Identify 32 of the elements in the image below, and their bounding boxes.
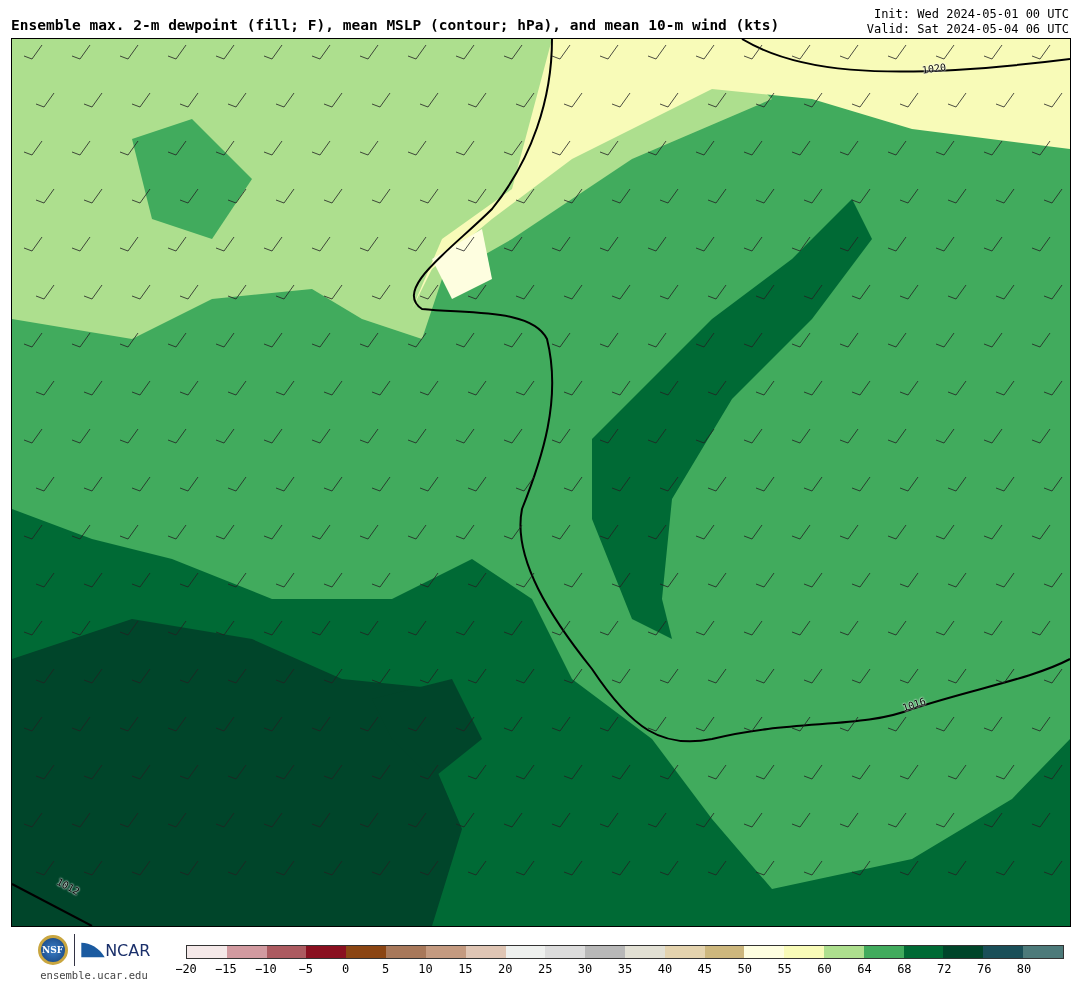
contour-label: 1020 bbox=[921, 61, 947, 76]
colorbar-tick-label: 45 bbox=[697, 962, 713, 976]
init-time: Init: Wed 2024-05-01 00 UTC bbox=[872, 7, 1069, 22]
colorbar-tick-label: 30 bbox=[577, 962, 593, 976]
colorbar-tick-label: 15 bbox=[458, 962, 473, 976]
valid-time: Valid: Sat 2024-05-04 06 UTC bbox=[866, 22, 1069, 37]
colorbar-tick-label: 68 bbox=[897, 962, 912, 976]
colorbar-tick-label: 20 bbox=[498, 962, 513, 976]
colorbar-tick-label: 35 bbox=[617, 962, 633, 976]
contour-label: 1012 bbox=[54, 876, 82, 897]
colorbar-tick-label: 64 bbox=[857, 962, 872, 976]
colorbar-tick-label: 10 bbox=[418, 962, 433, 976]
colorbar-tick-label: 40 bbox=[657, 962, 673, 976]
site-url: ensemble.ucar.edu bbox=[40, 969, 148, 981]
colorbar-tick-label: 60 bbox=[817, 962, 832, 976]
colorbar-tick-label: −10 bbox=[254, 962, 277, 976]
colorbar-tick-label: 76 bbox=[976, 962, 992, 976]
colorbar-tick-label: 50 bbox=[737, 962, 752, 976]
colorbar-tick-label: 25 bbox=[537, 962, 553, 976]
colorbar-tick-label: 80 bbox=[1016, 962, 1032, 976]
ncar-swoosh-icon bbox=[81, 941, 106, 959]
colorbar-tick-label: 72 bbox=[937, 962, 952, 976]
colorbar-tick-label: −15 bbox=[215, 962, 237, 976]
chart-title: Ensemble max. 2-m dewpoint (fill; F), mean MSLP (contour; hPa), and mean 10-m wind (kts) bbox=[11, 17, 780, 35]
nsf-logo: NSF bbox=[37, 935, 68, 965]
colorbar-tick-label: 5 bbox=[381, 962, 390, 976]
ncar-logo: NCAR bbox=[105, 940, 151, 960]
colorbar-tick-label: −5 bbox=[298, 962, 313, 976]
colorbar-tick-label: 55 bbox=[777, 962, 792, 976]
colorbar-tick-label: −20 bbox=[175, 962, 197, 976]
contour-label: 1016 bbox=[900, 695, 928, 714]
colorbar-tick-label: 0 bbox=[342, 962, 350, 976]
